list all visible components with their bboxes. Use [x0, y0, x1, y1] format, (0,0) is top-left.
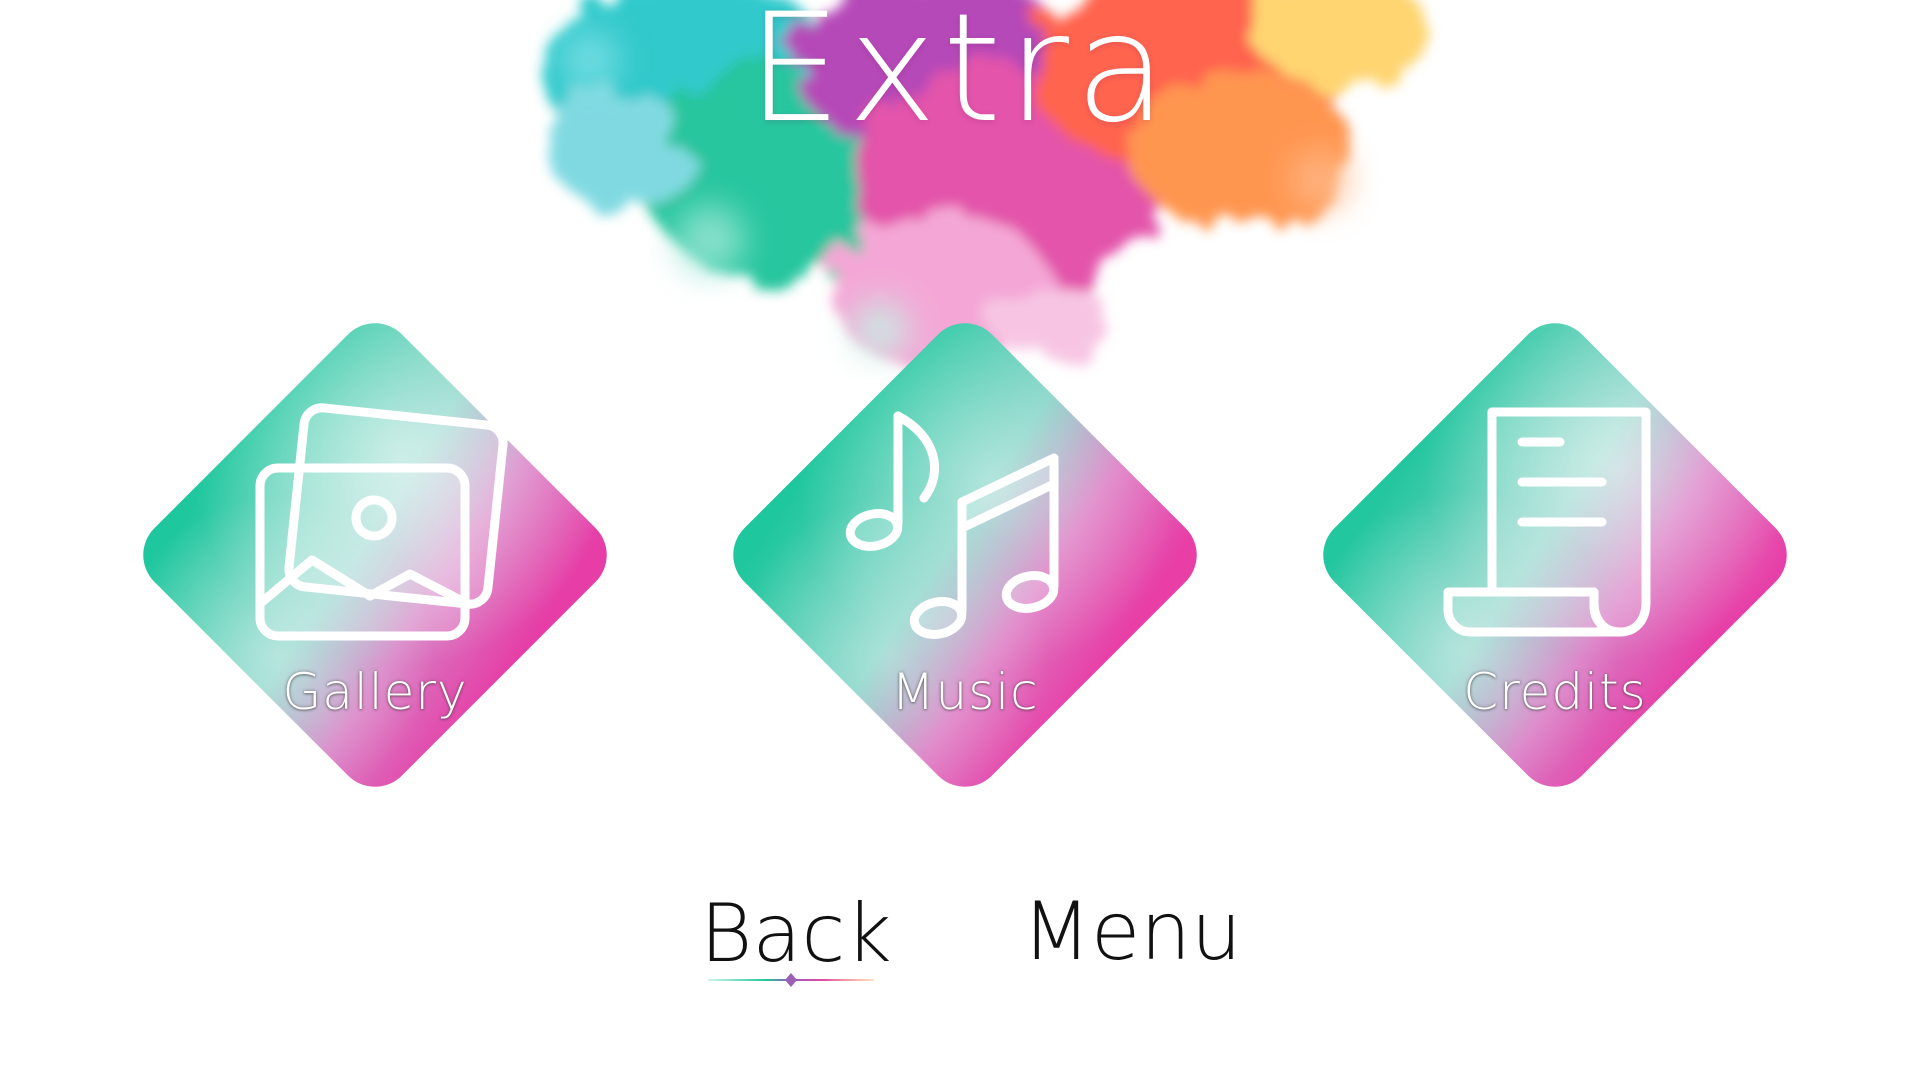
credits-label: Credits	[1463, 663, 1647, 721]
gallery-label: Gallery	[282, 663, 468, 721]
music-notes-icon	[840, 406, 1090, 656]
menu-button[interactable]: Menu	[1022, 892, 1242, 972]
gallery-icon	[250, 403, 508, 656]
extras-screen: Extra Gallery Music Credits Back Menu	[0, 0, 1920, 1080]
back-button[interactable]: Back	[700, 894, 892, 974]
selection-underline	[708, 973, 874, 987]
scroll-document-icon	[1430, 406, 1680, 656]
gallery-tile[interactable]: Gallery	[128, 308, 622, 802]
music-label: Music	[891, 663, 1039, 721]
credits-tile[interactable]: Credits	[1308, 308, 1802, 802]
music-tile[interactable]: Music	[718, 308, 1212, 802]
screen-title: Extra	[747, 0, 1173, 156]
